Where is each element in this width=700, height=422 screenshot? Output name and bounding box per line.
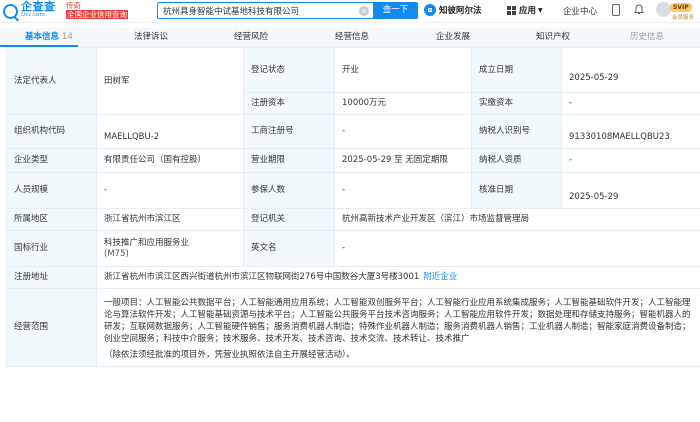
slogan: 传奇 全国企业信用查询 [66, 1, 128, 19]
tab-development[interactable]: 企业发展 [436, 28, 470, 47]
svip-badge: SVIP [670, 3, 692, 12]
search-query: 杭州具身智能中试基地科技有限公司 [163, 6, 300, 17]
value-region: 浙江省杭州市滨江区 [96, 208, 244, 231]
enterprise-center-link[interactable]: 企业中心 [563, 5, 597, 17]
avatar[interactable] [656, 2, 671, 17]
established-date: 2025-05-29 [569, 72, 619, 83]
apps-menu[interactable]: 应用 ▼ [507, 4, 543, 16]
tab-count: 14 [62, 32, 73, 42]
apps-label: 应用 [519, 6, 537, 16]
value-bizreg: - [334, 114, 472, 149]
tab-legal[interactable]: 法律诉讼 [134, 28, 168, 47]
value-reg-capital: 10000万元 [334, 92, 472, 115]
chevron-down-icon: ▼ [538, 6, 543, 14]
top-header: 企查查 Qcc.com 传奇 全国企业信用查询 杭州具身智能中试基地科技有限公司… [0, 0, 700, 23]
bell-icon[interactable] [634, 4, 644, 15]
qcc-logo[interactable]: 企查查 Qcc.com [3, 0, 56, 20]
label-established: 成立日期 [471, 47, 562, 93]
business-scope-note: （除依法须经批准的项目外，凭营业执照依法自主开展经营活动）。 [104, 349, 355, 360]
tab-risk[interactable]: 经营风险 [234, 28, 268, 47]
label-term: 营业期限 [243, 148, 335, 173]
value-authority: 杭州高新技术产业开发区（滨江）市场监督管理局 [334, 208, 700, 231]
org-code: MAELLQBU-2 [104, 132, 160, 142]
value-english-name: - [334, 230, 700, 267]
industry-code: (M75) [104, 248, 129, 259]
value-legal-rep[interactable]: 田树军 [96, 47, 244, 115]
value-industry: 科技推广和应用服务业 (M75) [96, 230, 244, 267]
grid-icon [507, 5, 516, 15]
label-region: 所属地区 [6, 208, 97, 231]
label-taxpayer-id: 纳税人识别号 [471, 114, 562, 149]
industry-name: 科技推广和应用服务业 [104, 237, 190, 248]
alpha-icon: α [424, 4, 436, 16]
value-reg-status: 开业 [334, 47, 472, 93]
logo-subtitle: Qcc.com [21, 12, 45, 18]
legal-rep-link[interactable]: 田树军 [104, 76, 130, 86]
slogan-line1: 传奇 [66, 1, 81, 10]
value-term: 2025-05-29 至 无固定期限 [334, 148, 472, 173]
business-scope-text: 一般项目：人工智能公共数据平台；人工智能通用应用系统；人工智能双创服务平台；人工… [104, 297, 691, 344]
value-insured: - [334, 172, 472, 209]
label-taxpayer-qual: 纳税人资质 [471, 148, 562, 173]
search-button[interactable]: 查一下 [373, 2, 418, 19]
value-address: 浙江省杭州市滨江区西兴街道杭州市滨江区物联网街276号中国数谷大厦3号楼3001… [96, 266, 700, 289]
label-bizreg: 工商注册号 [243, 114, 335, 149]
approval-date: 2025-05-29 [569, 192, 619, 202]
value-taxpayer-qual: - [561, 148, 700, 173]
zhiche-alpha-link[interactable]: α 知彼阿尔法 [424, 4, 482, 16]
section-tabs: 基本信息 14 法律诉讼 经营风险 经营信息 企业发展 知识产权 历史信息 [0, 28, 700, 47]
value-established: 2025-05-29 [561, 47, 700, 93]
nearby-companies-link[interactable]: 附近企业 [423, 272, 457, 282]
taxpayer-id: 91330108MAELLQBU23 [569, 132, 670, 142]
label-approval: 核准日期 [471, 172, 562, 209]
zhiche-label: 知彼阿尔法 [439, 6, 482, 16]
tab-ip[interactable]: 知识产权 [536, 28, 570, 47]
label-business-scope: 经营范围 [6, 288, 97, 367]
label-org-code: 组织机构代码 [6, 114, 97, 149]
member-service-label: 会员服务 [672, 15, 695, 21]
value-approval: 2025-05-29 [561, 172, 700, 209]
label-insured: 参保人数 [243, 172, 335, 209]
label-company-type: 企业类型 [6, 148, 97, 173]
value-org-code: MAELLQBU-2 [96, 114, 244, 149]
label-reg-capital: 注册资本 [243, 92, 335, 115]
label-industry: 国标行业 [6, 230, 97, 267]
magnifier-logo-icon [3, 3, 18, 19]
slogan-line2: 全国企业信用查询 [66, 10, 128, 19]
phone-icon[interactable] [612, 4, 620, 16]
search-input[interactable]: 杭州具身智能中试基地科技有限公司 × [157, 2, 373, 19]
clear-search-icon[interactable]: × [359, 6, 369, 16]
value-business-scope: 一般项目：人工智能公共数据平台；人工智能通用应用系统；人工智能双创服务平台；人工… [96, 288, 700, 367]
label-staff-size: 人员规模 [6, 172, 97, 209]
logo-title: 企查查 [21, 0, 56, 13]
label-english-name: 英文名 [243, 230, 335, 267]
value-company-type: 有限责任公司（国有控股） [96, 148, 244, 173]
label-legal-rep: 法定代表人 [6, 47, 97, 115]
label-paid-capital: 实缴资本 [471, 92, 562, 115]
label-authority: 登记机关 [243, 208, 335, 231]
basic-info-table: 法定代表人 田树军 登记状态 开业 成立日期 2025-05-29 注册资本 1… [6, 47, 700, 367]
tab-operations[interactable]: 经营信息 [335, 28, 369, 47]
value-paid-capital: - [561, 92, 700, 115]
address-text: 浙江省杭州市滨江区西兴街道杭州市滨江区物联网街276号中国数谷大厦3号楼3001 [104, 272, 420, 282]
label-address: 注册地址 [6, 266, 97, 289]
value-staff-size: - [96, 172, 244, 209]
svip-member[interactable]: SVIP 会员服务 [656, 1, 698, 21]
tab-history[interactable]: 历史信息 [630, 28, 664, 47]
value-taxpayer-id: 91330108MAELLQBU23 [561, 114, 700, 149]
label-reg-status: 登记状态 [243, 47, 335, 93]
